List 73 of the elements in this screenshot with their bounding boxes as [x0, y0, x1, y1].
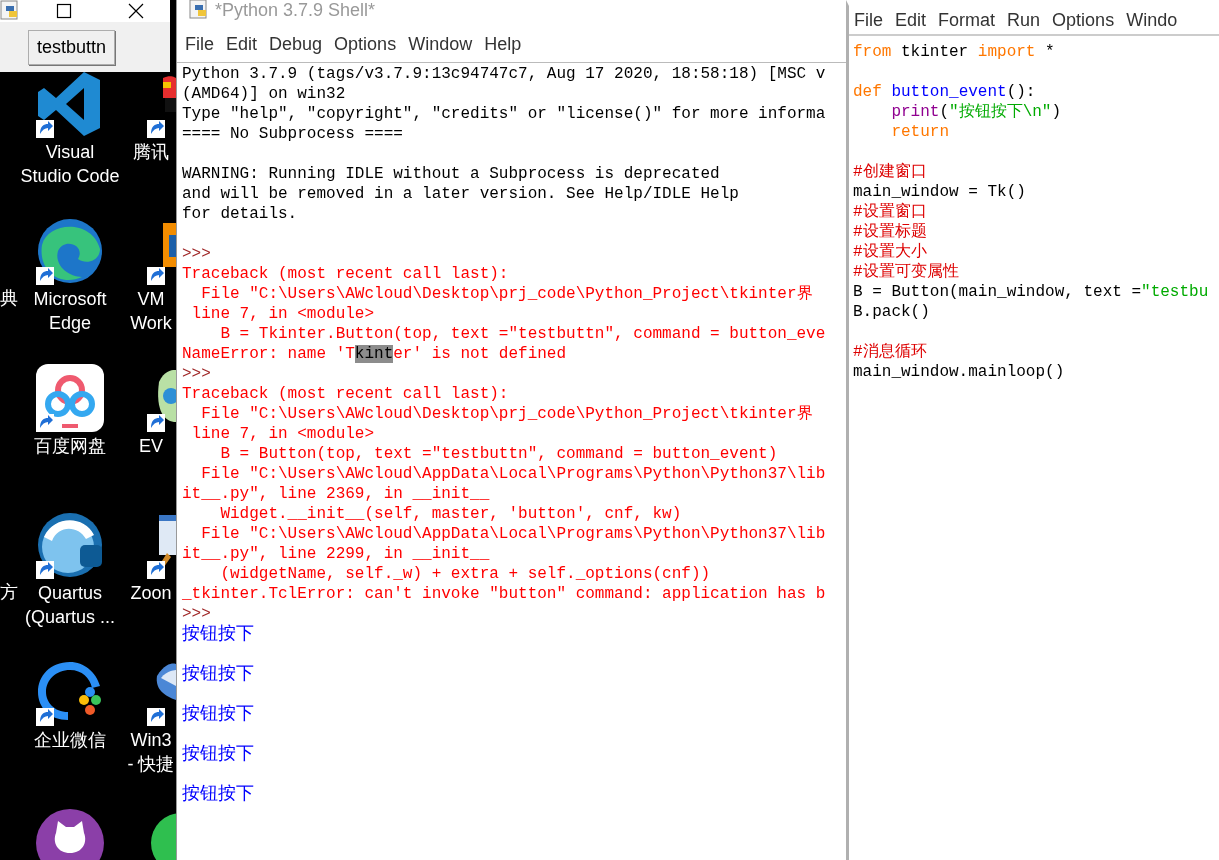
shortcut-label: 百度网盘	[34, 435, 106, 458]
shell-output-line: line 7, in <module>	[190, 305, 375, 323]
shell-output-line: B = Tkinter.Button(top, text ="testbuttn", command = button_eve	[219, 325, 826, 343]
shortcut-label: EV	[139, 435, 163, 458]
shell-output-line: File "C:\Users\AWcloud\AppData\Local\Programs\Python\Python37\lib	[200, 465, 826, 483]
menu-item[interactable]: Run	[1006, 9, 1042, 31]
menu-item[interactable]: Debug	[268, 33, 324, 55]
code-line: #设置窗口	[853, 203, 927, 221]
code-line: main_window.mainloop()	[853, 363, 1065, 381]
code-line: B.pack()	[853, 303, 930, 321]
code-line: from tkinter import *	[853, 43, 1055, 61]
shell-output-line: ==== No Subprocess ====	[182, 125, 403, 143]
window-title: *Python 3.7.9 Shell*	[215, 0, 376, 20]
shell-output-line: Traceback (most recent call last):	[182, 385, 509, 403]
shortcut-label: Zoon	[130, 582, 172, 605]
code-line: #设置可变属性	[853, 263, 959, 281]
shell-output-line: (widgetName, self._w) + extra + self._options(cnf))	[219, 565, 711, 583]
code-line: main_window = Tk()	[853, 183, 1026, 201]
menu-item[interactable]: Help	[483, 33, 523, 55]
shell-output-line: it__.py", line 2299, in __init__	[182, 545, 490, 563]
code-line: #设置大小	[853, 243, 927, 261]
shortcut-label: Microsoft Edge	[33, 288, 107, 335]
shell-output-line: 按钮按下	[182, 624, 254, 644]
menu-item[interactable]: Window	[407, 33, 474, 55]
code-line: #创建窗口	[853, 163, 927, 181]
menu-item[interactable]: Edit	[894, 9, 928, 31]
shell-output-line: Type "help", "copyright", "credits" or "license()" for more informa	[182, 105, 826, 123]
shortcut-label: 方	[0, 581, 18, 604]
shell-output-line: 按钮按下	[182, 784, 254, 804]
shortcut-label: 企业微信	[34, 729, 106, 752]
menu-item[interactable]: Options	[1051, 9, 1116, 31]
shell-output-line: File "C:\Users\AWcloud\AppData\Local\Programs\Python\Python37\lib	[200, 525, 826, 543]
code-line: #设置标题	[853, 223, 927, 241]
code-line: #消息循环	[853, 343, 927, 361]
close-icon[interactable]	[128, 3, 144, 19]
shell-output-line: it__.py", line 2369, in __init__	[182, 485, 490, 503]
menu-item[interactable]: File	[853, 9, 884, 31]
shortcut-label: 腾讯	[133, 141, 169, 164]
code-line: B = Button(main_window, text ="testbu	[853, 283, 1209, 301]
shortcut-label: VM Work	[130, 288, 172, 335]
shell-output-line: Traceback (most recent call last):	[182, 265, 509, 283]
code-line: def button_event():	[853, 83, 1036, 101]
menu-item[interactable]: Windo	[1125, 9, 1179, 31]
maximize-icon[interactable]	[56, 3, 72, 19]
shell-output-line: for details.	[182, 205, 298, 223]
shortcut-label: Visual Studio Code	[20, 141, 120, 188]
shell-prompt: >>>	[182, 365, 211, 383]
code-line: print("按钮按下\n")	[891, 103, 1062, 121]
shell-output-line: (AMD64)] on win32	[182, 85, 346, 103]
shell-prompt: >>>	[182, 245, 211, 263]
shell-output-line: Python 3.7.9 (tags/v3.7.9:13c94747c7, Aug 17 2020, 18:58:18) [MSC v	[182, 65, 826, 83]
app-shortcut-icon[interactable]	[34, 362, 106, 434]
shell-output-line: WARNING: Running IDLE without a Subprocess is deprecated	[182, 165, 720, 183]
menu-item[interactable]: Options	[333, 33, 398, 55]
shell-output-line: File "C:\Users\AWcloud\Desktop\prj_code\Python_Project\tkinter界	[200, 405, 813, 423]
shell-output-line: B = Button(top, text ="testbuttn", command = button_event)	[219, 445, 778, 463]
shell-output-line: line 7, in <module>	[190, 425, 375, 443]
shell-output-line: 按钮按下	[182, 704, 254, 724]
shell-output-line: and will be removed in a later version. See Help/IDLE Help	[182, 185, 739, 203]
shell-output-line: Widget.__init__(self, master, 'button', cnf, kw)	[219, 505, 682, 523]
shell-output-line: File "C:\Users\AWcloud\Desktop\prj_code\Python_Project\tkinter界	[200, 285, 813, 303]
shell-output-line: _tkinter.TclError: can't invoke "button" command: application has b	[182, 585, 826, 603]
code-line: return	[891, 123, 949, 141]
shell-output-line: 按钮按下	[182, 664, 254, 684]
shell-prompt: >>>	[182, 605, 211, 623]
test-button[interactable]: testbuttn	[28, 29, 116, 65]
shortcut-label: Win3 - 快捷	[127, 729, 175, 776]
menu-item[interactable]: File	[184, 33, 215, 55]
shortcut-label: Quartus (Quartus ...	[25, 582, 115, 629]
menu-item[interactable]: Edit	[225, 33, 259, 55]
menu-item[interactable]: Format	[937, 9, 997, 31]
shortcut-label: 典	[0, 287, 18, 310]
shell-output-line: 按钮按下	[182, 744, 254, 764]
